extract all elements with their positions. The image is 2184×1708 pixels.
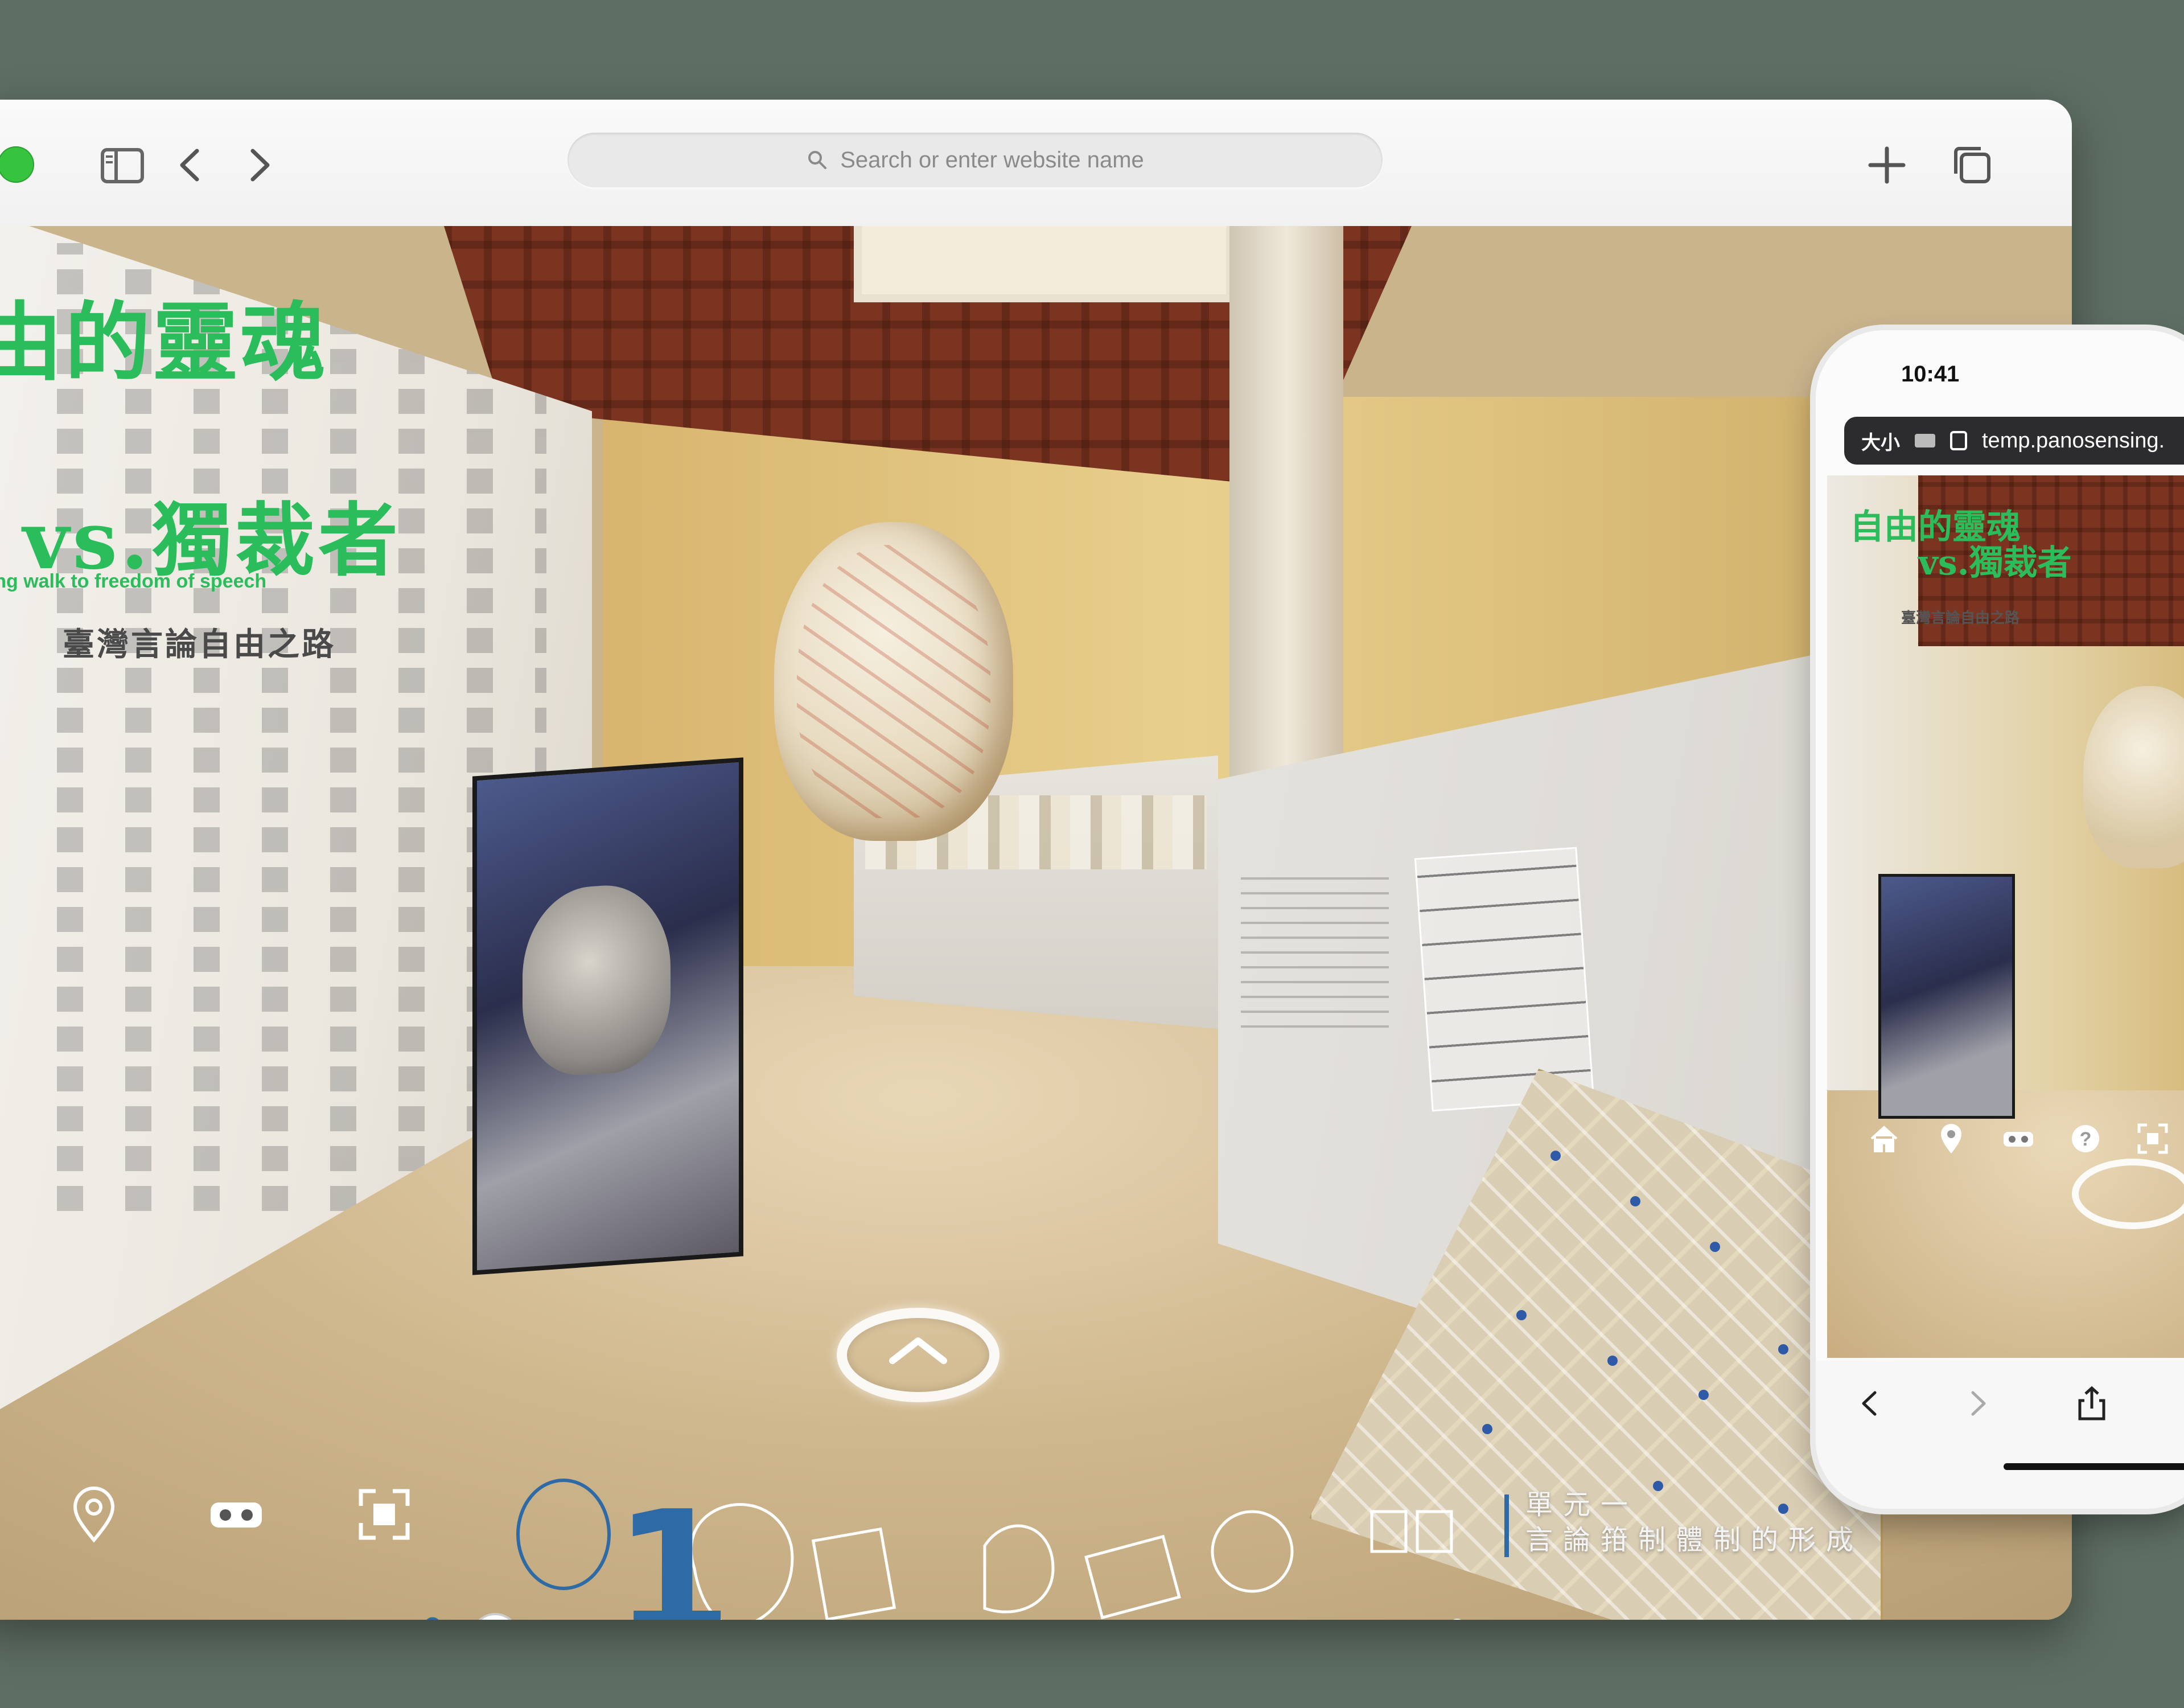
location-pin-icon[interactable]: [63, 1483, 125, 1546]
wall-caption-text: [1241, 869, 1389, 1040]
desktop-browser-window: Search or enter website name 由的靈魂 vs.獨裁者…: [0, 100, 2072, 1620]
help-icon[interactable]: ?: [2068, 1122, 2103, 1156]
move-forward-hotspot[interactable]: [837, 1308, 1000, 1402]
minimap-hotspot[interactable]: [1516, 1310, 1527, 1320]
mobile-url-text: temp.panosensing.: [1982, 428, 2165, 453]
chevron-up-icon: [889, 1337, 947, 1364]
extension-icon[interactable]: [1915, 434, 1935, 447]
status-bar-time: 10:41: [1901, 362, 1960, 387]
back-icon[interactable]: [165, 139, 216, 191]
lock-icon: [1950, 431, 1967, 450]
minimap-hotspot[interactable]: [1482, 1424, 1492, 1434]
forward-icon[interactable]: [1958, 1383, 1998, 1423]
mobile-phone: 10:41 大小 temp.panosensing. 自由的靈魂 vs.獨裁者 …: [1816, 330, 2184, 1509]
mobile-hud-toolbar: ?: [1867, 1122, 2170, 1156]
mobile-exhibit-subtitle: 臺灣言論自由之路: [1901, 609, 2020, 626]
handwritten-note-panel[interactable]: [1414, 847, 1595, 1112]
unit-label: 單元一 言論箝制體制的形成: [1525, 1488, 1864, 1559]
forward-icon[interactable]: [233, 139, 285, 191]
search-icon: [808, 151, 827, 169]
window-zoom-button[interactable]: [0, 146, 34, 183]
minimap-hotspot[interactable]: [1630, 1196, 1640, 1206]
unit-divider: [1504, 1494, 1509, 1557]
exhibit-subtitle-chinese: 臺灣言論自由之路: [63, 626, 336, 662]
exhibit-title: 由的靈魂: [0, 293, 328, 393]
unit-label-line2: 言論箝制體制的形成: [1525, 1525, 1864, 1556]
mobile-title-line2: vs.獨裁者: [1918, 543, 2072, 583]
panorama-viewport[interactable]: 由的靈魂 vs.獨裁者 long walk to freedom of spee…: [0, 226, 2072, 1620]
minimap-hotspot[interactable]: [1698, 1390, 1709, 1400]
unit-number: 1: [614, 1475, 733, 1620]
unit-timeline-navigator[interactable]: ?: [376, 1466, 1514, 1620]
portrait-photo-panel[interactable]: [1878, 874, 2015, 1119]
mobile-url-bar[interactable]: 大小 temp.panosensing.: [1844, 417, 2184, 465]
minimap-hotspot[interactable]: [1607, 1356, 1618, 1366]
mobile-bottom-toolbar: [1816, 1361, 2184, 1509]
address-placeholder: Search or enter website name: [840, 147, 1144, 173]
mobile-exhibit-title: 自由的靈魂 vs.獨裁者: [1850, 510, 2072, 581]
minimap-hotspot[interactable]: [1710, 1242, 1720, 1252]
sidebar-icon[interactable]: [97, 139, 148, 191]
new-tab-icon[interactable]: [1861, 139, 1912, 191]
location-pin-icon[interactable]: [1934, 1122, 1968, 1156]
back-icon[interactable]: [1850, 1383, 1890, 1423]
tabs-overview-icon[interactable]: [1947, 139, 1998, 191]
paper-head-sculpture[interactable]: [774, 522, 1013, 841]
svg-text:?: ?: [2080, 1128, 2092, 1150]
address-bar[interactable]: Search or enter website name: [567, 133, 1383, 187]
share-icon[interactable]: [2072, 1383, 2112, 1423]
vr-headset-icon[interactable]: [205, 1483, 268, 1546]
minimap-hotspot[interactable]: [1778, 1344, 1788, 1354]
unit-label-line1: 單元一: [1525, 1490, 1639, 1520]
ceiling-frame: [854, 226, 1234, 302]
mobile-panorama-viewport[interactable]: 自由的靈魂 vs.獨裁者 臺灣言論自由之路: [1827, 475, 2184, 1358]
mobile-title-line1: 自由的靈魂: [1850, 507, 2021, 547]
browser-toolbar: Search or enter website name: [0, 100, 2072, 227]
home-icon[interactable]: [1867, 1122, 1901, 1156]
text-size-button[interactable]: 大小: [1861, 427, 1900, 455]
portrait-photo-panel[interactable]: [472, 757, 743, 1275]
paper-head-sculpture[interactable]: [2083, 686, 2184, 868]
minimap-hotspot[interactable]: [1550, 1151, 1561, 1161]
exhibit-subtitle-english: long walk to freedom of speech: [0, 570, 267, 592]
fullscreen-icon[interactable]: [2136, 1122, 2170, 1156]
portrait-face: [523, 881, 671, 1079]
vr-headset-icon[interactable]: [2001, 1122, 2035, 1156]
home-indicator[interactable]: [2004, 1463, 2184, 1470]
